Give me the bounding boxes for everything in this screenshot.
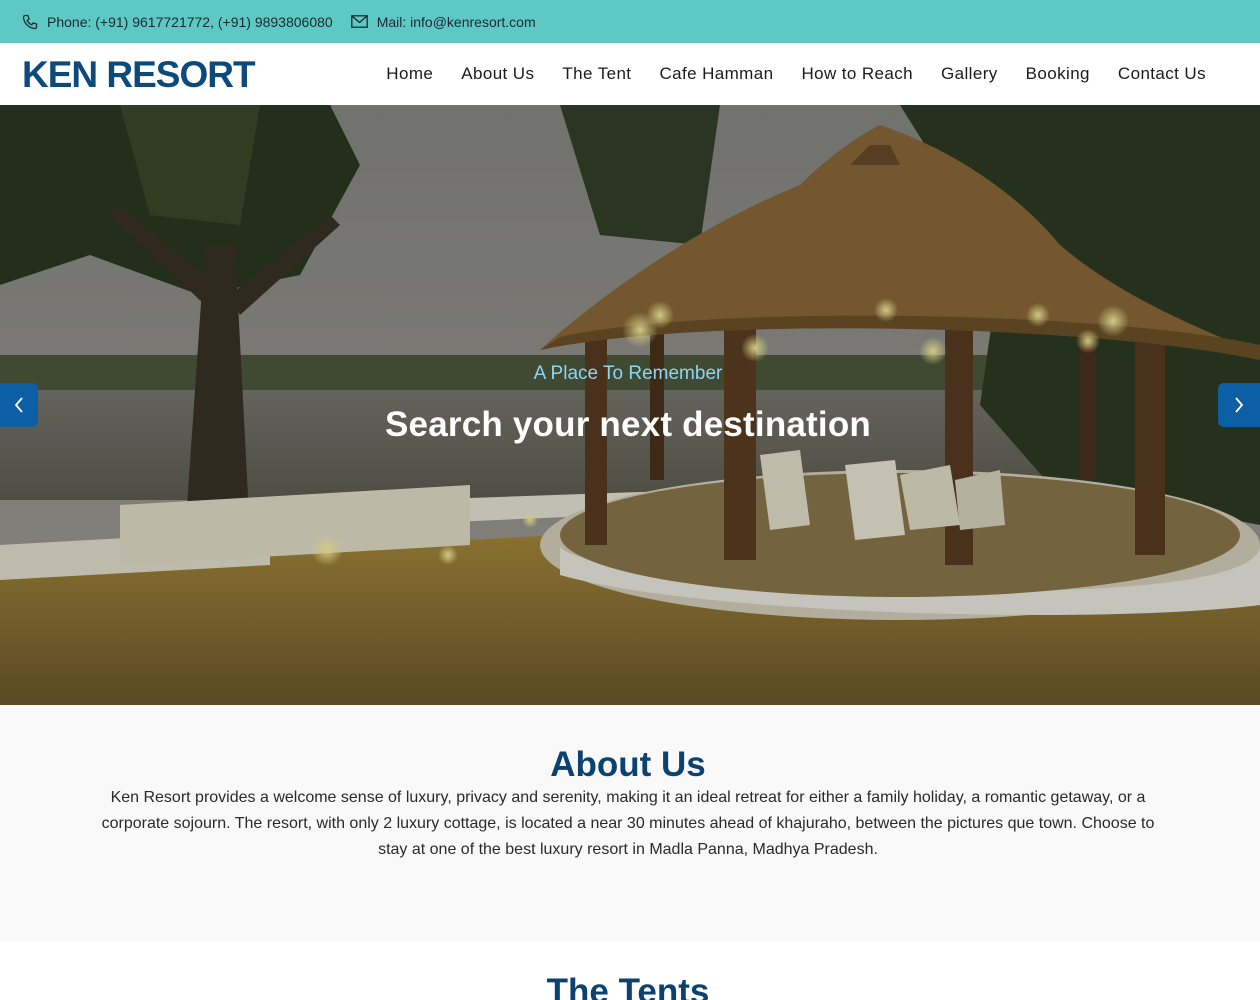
phone-text: Phone: (+91) 9617721772, (+91) 989380608…: [47, 13, 333, 30]
nav-home[interactable]: Home: [386, 64, 433, 84]
nav-about-us[interactable]: About Us: [461, 64, 534, 84]
slider-next-button[interactable]: [1218, 383, 1260, 427]
nav-contact-us[interactable]: Contact Us: [1118, 64, 1206, 84]
nav-the-tent[interactable]: The Tent: [562, 64, 631, 84]
about-text: Ken Resort provides a welcome sense of l…: [101, 789, 1155, 858]
tents-section: The Tents: [0, 942, 1260, 1000]
site-header: KEN RESORT Home About Us The Tent Cafe H…: [0, 43, 1260, 105]
tents-heading: The Tents: [546, 972, 710, 1000]
nav-gallery[interactable]: Gallery: [941, 64, 998, 84]
site-logo[interactable]: KEN RESORT: [22, 55, 256, 95]
about-heading: About Us: [550, 745, 706, 784]
nav-booking[interactable]: Booking: [1026, 64, 1090, 84]
nav-cafe-hamman[interactable]: Cafe Hamman: [659, 64, 773, 84]
chevron-right-icon: [1235, 397, 1244, 413]
slider-prev-button[interactable]: [0, 383, 38, 427]
envelope-icon: [350, 15, 368, 28]
top-contact-bar: Phone: (+91) 9617721772, (+91) 989380608…: [0, 0, 1260, 43]
mail-contact[interactable]: Mail: info@kenresort.com: [350, 13, 536, 30]
mail-text: Mail: info@kenresort.com: [376, 13, 536, 30]
about-section: About Us Ken Resort provides a welcome s…: [0, 705, 1260, 942]
hero-title: Search your next destination: [385, 405, 871, 444]
nav-how-to-reach[interactable]: How to Reach: [801, 64, 913, 84]
phone-contact[interactable]: Phone: (+91) 9617721772, (+91) 989380608…: [22, 14, 333, 30]
hero-slider: A Place To Remember Search your next des…: [0, 105, 1260, 705]
main-nav: Home About Us The Tent Cafe Hamman How t…: [358, 43, 1206, 105]
phone-icon: [22, 14, 38, 29]
chevron-left-icon: [14, 397, 23, 413]
hero-subtitle: A Place To Remember: [533, 363, 723, 384]
